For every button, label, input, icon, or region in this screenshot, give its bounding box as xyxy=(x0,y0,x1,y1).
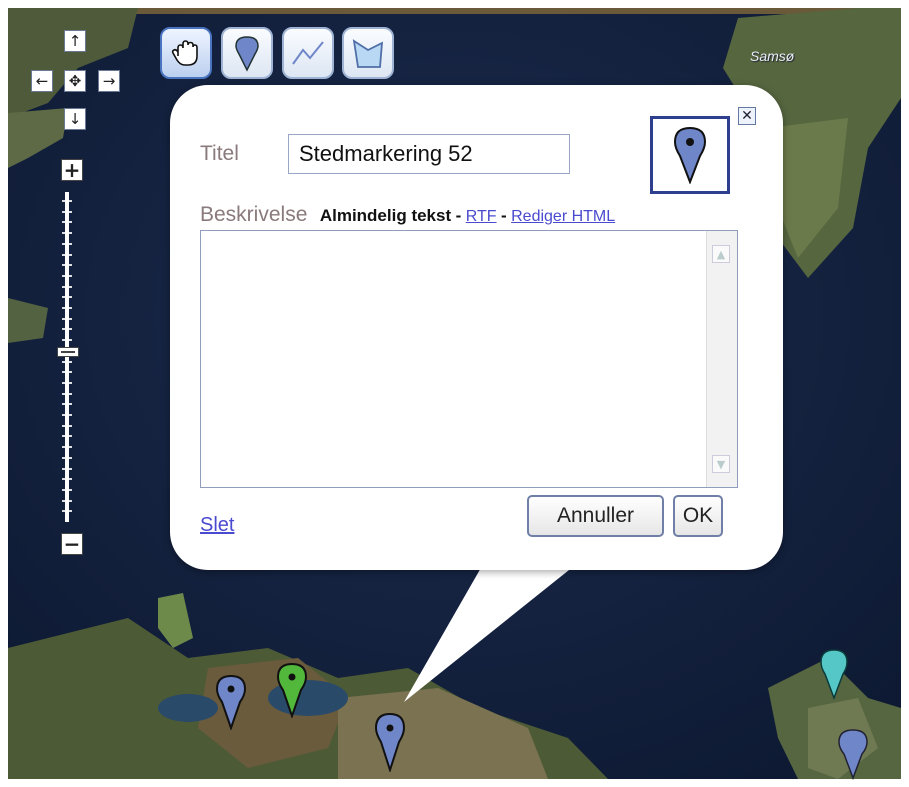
zoom-slider-handle[interactable] xyxy=(57,347,79,357)
scroll-up-icon[interactable]: ▲ xyxy=(712,245,730,263)
zoom-tick xyxy=(62,317,72,320)
zoom-rail xyxy=(65,192,69,522)
zoom-tick xyxy=(62,446,72,449)
description-scrollbar[interactable]: ▲ ▼ xyxy=(706,231,737,487)
zoom-in-button[interactable]: + xyxy=(61,158,83,182)
zoom-tick xyxy=(62,274,72,277)
center-button[interactable]: ✥ xyxy=(64,70,86,92)
map-pin[interactable] xyxy=(836,728,870,785)
description-toolbar: Beskrivelse Almindelig tekst - RTF - Red… xyxy=(200,203,615,227)
zoom-tick xyxy=(62,424,72,427)
map-pin[interactable] xyxy=(275,662,309,723)
zoom-tick xyxy=(62,296,72,299)
pan-up-button[interactable]: ↑ xyxy=(64,30,86,52)
map-pin[interactable] xyxy=(214,674,248,735)
zoom-tick xyxy=(62,264,72,267)
arrow-up-icon: ↑ xyxy=(68,31,82,50)
zoom-tick xyxy=(62,467,72,470)
description-label: Beskrivelse xyxy=(200,203,308,226)
zoom-tick xyxy=(62,200,72,202)
zoom-tick xyxy=(62,392,72,395)
pan-left-button[interactable]: ← xyxy=(31,70,53,92)
polygon-tool-button[interactable] xyxy=(342,27,394,79)
close-button[interactable]: ✕ xyxy=(738,107,756,125)
pan-down-button[interactable]: ↓ xyxy=(64,108,86,130)
placemark-icon xyxy=(673,126,707,184)
zoom-tick xyxy=(62,360,72,363)
arrow-left-icon: ← xyxy=(35,71,49,90)
map-pin[interactable] xyxy=(818,648,850,705)
placemark-tool-button[interactable] xyxy=(221,27,273,79)
polygon-icon xyxy=(352,39,384,68)
delete-link[interactable]: Slet xyxy=(200,514,234,537)
line-tool-button[interactable] xyxy=(282,27,334,79)
zoom-tick xyxy=(62,232,72,235)
zoom-tick xyxy=(62,339,72,342)
zoom-tick xyxy=(62,253,72,256)
zoom-tick xyxy=(62,403,72,406)
zoom-tick xyxy=(62,210,72,213)
line-icon xyxy=(292,41,324,65)
zoom-tick xyxy=(62,307,72,309)
pan-right-button[interactable]: → xyxy=(98,70,120,92)
center-icon: ✥ xyxy=(68,71,82,90)
mode-separator: - xyxy=(455,206,462,225)
zoom-out-button[interactable]: − xyxy=(61,532,83,556)
place-name-label: Samsø xyxy=(750,48,795,64)
zoom-slider[interactable] xyxy=(62,192,72,522)
ok-button[interactable]: OK xyxy=(673,495,723,537)
zoom-tick xyxy=(62,488,72,491)
zoom-tick xyxy=(62,478,72,481)
zoom-tick xyxy=(62,371,72,374)
zoom-tick xyxy=(62,328,72,331)
zoom-tick xyxy=(62,381,72,384)
mode-html-link[interactable]: Rediger HTML xyxy=(511,208,615,225)
description-textarea[interactable]: ▲ ▼ xyxy=(200,230,738,488)
mode-rtf-link[interactable]: RTF xyxy=(466,208,497,225)
title-label: Titel xyxy=(200,142,239,165)
placemark-icon-picker[interactable] xyxy=(650,116,730,194)
zoom-tick xyxy=(62,221,72,224)
mode-plain-text: Almindelig tekst xyxy=(319,206,452,225)
arrow-down-icon: ↓ xyxy=(68,109,82,128)
close-icon: ✕ xyxy=(741,108,753,124)
zoom-tick xyxy=(62,285,72,288)
title-input[interactable] xyxy=(288,134,570,174)
scroll-down-icon[interactable]: ▼ xyxy=(712,455,730,473)
zoom-tick xyxy=(62,435,72,438)
zoom-tick xyxy=(62,499,72,502)
zoom-tick xyxy=(62,510,72,513)
hand-tool-button[interactable] xyxy=(160,27,212,79)
zoom-tick xyxy=(62,242,72,245)
map-pin[interactable] xyxy=(373,712,407,777)
placemark-icon xyxy=(235,36,259,72)
arrow-right-icon: → xyxy=(102,71,116,90)
cancel-button[interactable]: Annuller xyxy=(527,495,664,537)
zoom-tick xyxy=(62,456,72,459)
zoom-tick xyxy=(62,414,72,416)
hand-icon xyxy=(171,40,198,66)
mode-separator: - xyxy=(500,206,507,225)
